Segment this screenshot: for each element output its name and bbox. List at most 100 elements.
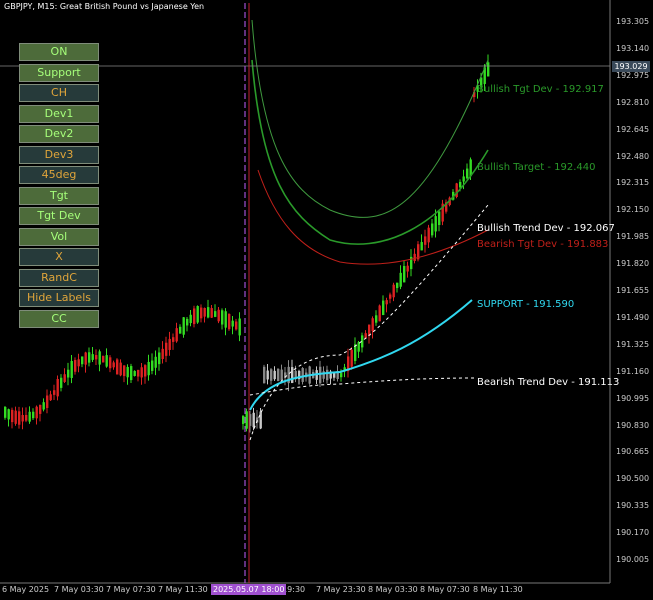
button-hide-labels[interactable]: Hide Labels bbox=[19, 289, 99, 307]
button-ch[interactable]: CH bbox=[19, 84, 99, 102]
button-dev1[interactable]: Dev1 bbox=[19, 104, 99, 123]
candle-body bbox=[67, 369, 70, 378]
button-cc[interactable]: CC bbox=[19, 309, 99, 328]
candle-body bbox=[14, 410, 17, 424]
candle-body bbox=[242, 416, 245, 424]
support-curve bbox=[249, 299, 473, 411]
candle-body bbox=[396, 282, 399, 289]
time-tick-label: 7 May 11:30 bbox=[158, 585, 208, 594]
candle-body bbox=[413, 253, 416, 262]
candle-body bbox=[172, 337, 175, 342]
candle-body bbox=[105, 355, 108, 367]
price-tick-label: 192.480 bbox=[616, 151, 650, 161]
candle-body bbox=[7, 409, 10, 420]
candle-body bbox=[210, 308, 213, 318]
indicator-overlays bbox=[249, 19, 489, 441]
candle-body bbox=[340, 372, 343, 378]
button-tgt[interactable]: Tgt bbox=[19, 186, 99, 205]
candle-body bbox=[431, 223, 434, 236]
level-label: Bearish Tgt Dev - 191.883 bbox=[477, 239, 609, 250]
button-randc[interactable]: RandC bbox=[19, 268, 99, 287]
button-45deg[interactable]: 45deg bbox=[19, 166, 99, 184]
button-x[interactable]: X bbox=[19, 248, 99, 266]
candle-body bbox=[109, 357, 112, 369]
time-tick-label: 8 May 11:30 bbox=[473, 585, 523, 594]
button-tgt-dev[interactable]: Tgt Dev bbox=[19, 207, 99, 225]
price-tick-label: 190.665 bbox=[616, 447, 650, 457]
candle-body bbox=[91, 354, 94, 360]
candle-body bbox=[252, 412, 255, 428]
price-tick-label: 191.820 bbox=[616, 259, 650, 269]
price-tick-label: 190.830 bbox=[616, 420, 650, 430]
candle-body bbox=[403, 266, 406, 283]
candle-body bbox=[406, 265, 409, 272]
candle-body bbox=[385, 300, 388, 305]
candle-body bbox=[266, 370, 269, 380]
button-support[interactable]: Support bbox=[19, 63, 99, 82]
candle-body bbox=[378, 305, 381, 322]
candle-body bbox=[427, 227, 430, 243]
candle-body bbox=[389, 294, 392, 299]
candle-body bbox=[200, 307, 203, 319]
candle-body bbox=[214, 311, 217, 317]
candle-body bbox=[277, 368, 280, 382]
candle-body bbox=[63, 374, 66, 382]
candle-body bbox=[357, 342, 360, 352]
candle-body bbox=[49, 394, 52, 401]
candle-body bbox=[32, 411, 35, 419]
candle-body bbox=[46, 395, 49, 408]
chart-title: GBPJPY, M15: Great British Pound vs Japa… bbox=[4, 2, 205, 11]
candle-body bbox=[165, 342, 168, 356]
price-tick-label: 190.335 bbox=[616, 501, 650, 511]
candle-body bbox=[112, 362, 115, 368]
candle-body bbox=[392, 284, 395, 298]
candle-body bbox=[39, 404, 42, 414]
candle-body bbox=[263, 366, 266, 384]
candle-body bbox=[326, 369, 329, 381]
candle-body bbox=[28, 411, 31, 422]
button-dev3[interactable]: Dev3 bbox=[19, 145, 99, 164]
candle-body bbox=[270, 369, 273, 381]
level-label: Bullish Target - 192.440 bbox=[477, 162, 596, 173]
candle-body bbox=[235, 321, 238, 330]
bullish-target-curve bbox=[251, 59, 489, 245]
candle-body bbox=[228, 313, 231, 330]
candle-body bbox=[161, 348, 164, 360]
price-tick-label: 192.645 bbox=[616, 124, 650, 134]
candle-body bbox=[217, 309, 220, 322]
level-label: Bearish Trend Dev - 191.113 bbox=[477, 377, 620, 388]
price-tick-label: 192.315 bbox=[616, 178, 650, 188]
time-tick-label: 7 May 07:30 bbox=[106, 585, 156, 594]
level-label: Bullish Trend Dev - 192.067 bbox=[477, 223, 615, 234]
bullish-trend-dev-curve bbox=[249, 204, 489, 441]
price-tick-label: 192.975 bbox=[616, 70, 650, 80]
candle-body bbox=[280, 369, 283, 381]
candle-body bbox=[301, 368, 304, 382]
candle-body bbox=[21, 414, 24, 422]
candle-body bbox=[221, 310, 224, 325]
candle-body bbox=[140, 367, 143, 378]
candle-body bbox=[179, 326, 182, 334]
candle-body bbox=[88, 352, 91, 363]
candle-body bbox=[193, 308, 196, 325]
candle-body bbox=[144, 365, 147, 377]
candle-body bbox=[224, 311, 227, 328]
button-dev2[interactable]: Dev2 bbox=[19, 125, 99, 143]
price-tick-label: 193.305 bbox=[616, 17, 650, 26]
candle-body bbox=[151, 360, 154, 371]
candle-body bbox=[371, 318, 374, 331]
candle-body bbox=[42, 402, 45, 410]
candle-body bbox=[186, 318, 189, 326]
level-label: SUPPORT - 191.590 bbox=[477, 299, 575, 310]
candle-body bbox=[182, 317, 185, 335]
candle-body bbox=[126, 366, 129, 378]
button-on[interactable]: ON bbox=[19, 43, 99, 61]
bullish-tgt-dev-curve bbox=[251, 19, 489, 218]
candle-body bbox=[102, 356, 105, 363]
price-tick-label: 193.140 bbox=[616, 43, 650, 53]
candle-body bbox=[487, 62, 490, 77]
candle-body bbox=[434, 216, 437, 232]
button-vol[interactable]: Vol bbox=[19, 227, 99, 246]
candle-body bbox=[203, 307, 206, 317]
candle-body bbox=[291, 367, 294, 383]
